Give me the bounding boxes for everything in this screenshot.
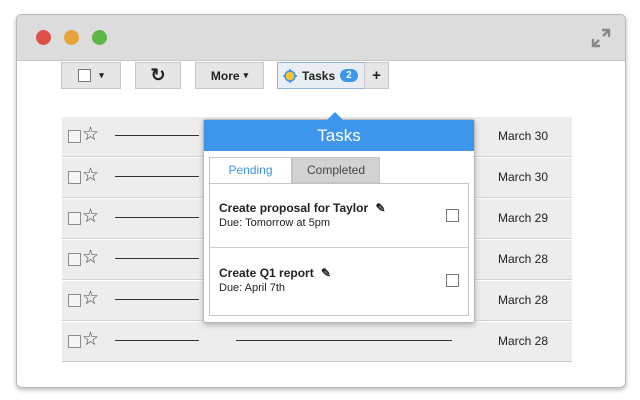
- sender-placeholder: [115, 258, 199, 259]
- row-date: March 30: [498, 170, 549, 184]
- chevron-down-icon: ▾: [99, 70, 104, 80]
- tasks-count-badge: 2: [340, 69, 358, 82]
- add-task-button[interactable]: +: [364, 62, 389, 89]
- row-checkbox[interactable]: [68, 212, 81, 225]
- star-icon[interactable]: ☆: [82, 330, 99, 350]
- plus-icon: +: [372, 67, 381, 84]
- row-date: March 30: [498, 129, 549, 143]
- list-item[interactable]: ☆ March 28: [62, 322, 572, 362]
- row-checkbox[interactable]: [68, 171, 81, 184]
- pencil-icon[interactable]: ✎: [376, 201, 386, 215]
- chevron-down-icon: ▾: [243, 70, 249, 80]
- task-item[interactable]: Create Q1 report ✎ Due: April 7th: [210, 248, 468, 312]
- task-checkbox[interactable]: [446, 209, 459, 222]
- tab-completed[interactable]: Completed: [292, 157, 380, 183]
- refresh-icon: ↻: [150, 65, 166, 85]
- title-bar: [17, 15, 625, 61]
- row-date: March 28: [498, 293, 549, 307]
- sender-placeholder: [115, 135, 199, 136]
- task-list: Create proposal for Taylor ✎ Due: Tomorr…: [209, 183, 469, 316]
- pencil-icon[interactable]: ✎: [321, 266, 331, 280]
- sender-placeholder: [115, 340, 199, 341]
- row-checkbox[interactable]: [68, 130, 81, 143]
- tab-pending[interactable]: Pending: [209, 157, 292, 183]
- sender-placeholder: [115, 176, 199, 177]
- refresh-button[interactable]: ↻: [135, 62, 181, 89]
- task-item[interactable]: Create proposal for Taylor ✎ Due: Tomorr…: [210, 184, 468, 248]
- popup-title: Tasks: [204, 120, 474, 151]
- task-due: Due: April 7th: [219, 282, 286, 294]
- tasks-popup: Tasks Pending Completed Create proposal …: [203, 112, 475, 323]
- star-icon[interactable]: ☆: [82, 207, 99, 227]
- star-icon[interactable]: ☆: [82, 248, 99, 268]
- subject-placeholder: [236, 340, 452, 341]
- more-label: More: [210, 68, 240, 83]
- tasks-button[interactable]: Tasks 2: [277, 62, 365, 89]
- star-icon[interactable]: ☆: [82, 166, 99, 186]
- row-date: March 28: [498, 334, 549, 348]
- task-title: Create proposal for Taylor ✎: [219, 201, 386, 215]
- task-title: Create Q1 report ✎: [219, 266, 332, 280]
- more-button[interactable]: More ▾: [195, 62, 264, 89]
- row-checkbox[interactable]: [68, 294, 81, 307]
- minimize-window-button[interactable]: [64, 30, 79, 45]
- tasks-logo-icon: [283, 68, 297, 83]
- popup-caret: [327, 112, 343, 120]
- star-icon[interactable]: ☆: [82, 289, 99, 309]
- row-checkbox[interactable]: [68, 335, 81, 348]
- sender-placeholder: [115, 299, 199, 300]
- close-window-button[interactable]: [36, 30, 51, 45]
- expand-icon[interactable]: [591, 28, 611, 48]
- task-checkbox[interactable]: [446, 274, 459, 287]
- select-all-dropdown[interactable]: ▾: [61, 62, 121, 89]
- select-all-checkbox[interactable]: [78, 69, 92, 82]
- task-due: Due: Tomorrow at 5pm: [219, 217, 331, 229]
- row-date: March 29: [498, 211, 549, 225]
- row-checkbox[interactable]: [68, 253, 81, 266]
- row-date: March 28: [498, 252, 549, 266]
- maximize-window-button[interactable]: [92, 30, 107, 45]
- star-icon[interactable]: ☆: [82, 125, 99, 145]
- tasks-label: Tasks: [302, 68, 336, 83]
- sender-placeholder: [115, 217, 199, 218]
